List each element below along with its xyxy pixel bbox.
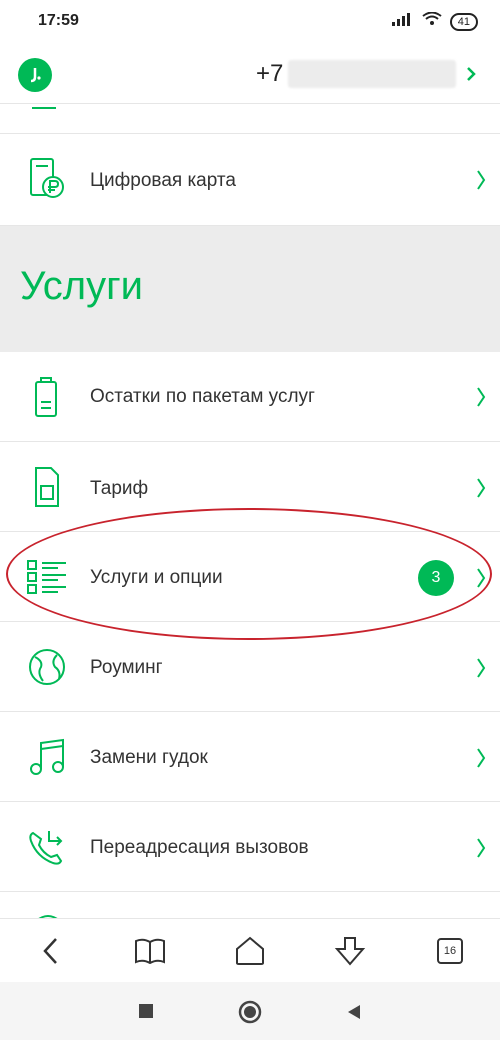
app-header: +7: [0, 46, 500, 104]
battery-icon: [26, 376, 68, 418]
chevron-right-icon: [476, 837, 486, 864]
menu-item-digital-card[interactable]: Цифровая карта: [0, 134, 500, 226]
menu-item-label: Роуминг: [90, 657, 163, 678]
music-note-icon: [26, 736, 68, 778]
status-time: 17:59: [38, 12, 79, 29]
list-icon: [26, 556, 68, 598]
back-icon[interactable]: [32, 933, 68, 969]
signal-icon: [391, 12, 414, 31]
home-icon[interactable]: [232, 933, 268, 969]
partial-row: [0, 892, 500, 922]
chevron-right-icon: [476, 567, 486, 594]
menu-item-roaming[interactable]: Роуминг: [0, 622, 500, 712]
status-bar: 17:59 41: [0, 0, 500, 46]
phone-number[interactable]: +7: [256, 60, 283, 88]
menu-item-replace-tone[interactable]: Замени гудок: [0, 712, 500, 802]
menu-item-label: Цифровая карта: [90, 170, 236, 191]
status-icons: 41: [391, 11, 478, 31]
menu-item-label: Переадресация вызовов: [90, 837, 309, 858]
digital-card-icon: [26, 158, 68, 200]
menu-item-call-forwarding[interactable]: Переадресация вызовов: [0, 802, 500, 892]
tab-count: 16: [437, 938, 463, 964]
section-header: Услуги: [0, 226, 500, 352]
menu-item-label: Услуги и опции: [90, 567, 223, 588]
download-icon[interactable]: [332, 933, 368, 969]
chevron-right-icon[interactable]: [466, 66, 476, 87]
menu-item-balances[interactable]: Остатки по пакетам услуг: [0, 352, 500, 442]
wifi-icon: [422, 11, 442, 31]
system-nav-bar: [0, 982, 500, 1040]
battery-indicator: 41: [449, 12, 478, 31]
menu-item-label: Остатки по пакетам услуг: [90, 386, 315, 407]
chevron-right-icon: [476, 747, 486, 774]
sim-icon: [26, 466, 68, 508]
menu-item-services-options[interactable]: Услуги и опции 3: [0, 532, 500, 622]
recent-apps-icon[interactable]: [135, 1000, 159, 1024]
tabs-button[interactable]: 16: [432, 933, 468, 969]
section-title: Услуги: [20, 264, 144, 308]
partial-row: [0, 104, 500, 134]
menu-item-label: Тариф: [90, 478, 149, 499]
home-circle-icon[interactable]: [238, 1000, 262, 1024]
call-forward-icon: [26, 826, 68, 868]
bookmarks-icon[interactable]: [132, 933, 168, 969]
back-triangle-icon[interactable]: [342, 1000, 366, 1024]
menu-item-label: Замени гудок: [90, 747, 208, 768]
megafon-logo-icon[interactable]: [18, 58, 52, 92]
menu-item-tariff[interactable]: Тариф: [0, 442, 500, 532]
browser-toolbar: 16: [0, 918, 500, 982]
phone-number-mask: [288, 60, 456, 88]
globe-icon: [26, 646, 68, 688]
count-badge: 3: [418, 560, 454, 596]
chevron-right-icon: [476, 657, 486, 684]
partial-icon: [30, 104, 60, 123]
chevron-right-icon: [476, 477, 486, 504]
chevron-right-icon: [476, 169, 486, 196]
chevron-right-icon: [476, 386, 486, 413]
